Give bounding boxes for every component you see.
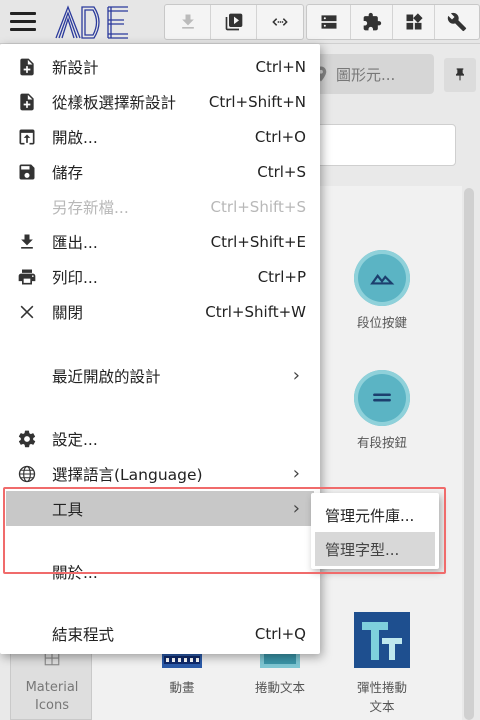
menu-item-tools[interactable]: 工具 › xyxy=(6,491,314,526)
server-button[interactable] xyxy=(307,5,351,39)
menu-item-shortcut: Ctrl+N xyxy=(255,57,306,76)
menu-item-save[interactable]: 儲存 Ctrl+S xyxy=(0,154,320,189)
plugins-button[interactable] xyxy=(351,5,393,39)
submenu-item-manage-fonts[interactable]: 管理字型... xyxy=(315,532,435,566)
gear-icon xyxy=(18,430,36,447)
widget-label: 捲動文本 xyxy=(254,680,305,695)
template-icon xyxy=(20,93,34,110)
menu-item-exit[interactable]: 結束程式 Ctrl+Q xyxy=(0,616,320,651)
menu-item-label: 結束程式 xyxy=(52,625,115,644)
wrench-icon xyxy=(447,12,467,32)
list-icon xyxy=(354,370,410,426)
menu-item-export[interactable]: 匯出... Ctrl+Shift+E xyxy=(0,224,320,259)
toolbar-group-tools xyxy=(306,4,480,40)
menu-item-shortcut: Ctrl+Q xyxy=(254,624,306,643)
menu-item-shortcut: Ctrl+S xyxy=(257,162,306,181)
file-menu: 新設計 Ctrl+N 從樣板選擇新設計 Ctrl+Shift+N 開啟... C… xyxy=(0,44,320,654)
elastic-text-icon xyxy=(354,612,410,668)
download-button[interactable] xyxy=(165,5,211,39)
menu-item-settings[interactable]: 設定... xyxy=(0,421,320,456)
menu-item-shortcut: Ctrl+Shift+W xyxy=(205,302,306,321)
menu-item-label: 新設計 xyxy=(52,58,99,77)
globe-icon xyxy=(18,465,36,482)
server-icon xyxy=(321,15,336,29)
menu-item-new-from-template[interactable]: 從樣板選擇新設計 Ctrl+Shift+N xyxy=(0,84,320,119)
menu-item-label: 儲存 xyxy=(52,163,84,182)
play-icon xyxy=(225,13,242,31)
widget-label: 段位按鍵 xyxy=(356,315,407,330)
widget-label: 彈性捲動 文本 xyxy=(356,680,407,714)
search-input[interactable] xyxy=(300,124,456,166)
menu-item-label: 開啟... xyxy=(52,128,98,147)
submenu-item-manage-library[interactable]: 管理元件庫... xyxy=(315,498,435,532)
toolbar-group-actions xyxy=(164,4,304,40)
menu-item-label: 設定... xyxy=(52,430,98,449)
tools-submenu: 管理元件庫... 管理字型... xyxy=(311,493,439,569)
menu-item-label: 另存新檔... xyxy=(52,198,129,217)
menu-item-print[interactable]: 列印... Ctrl+P xyxy=(0,259,320,294)
menu-item-shortcut: Ctrl+Shift+S xyxy=(210,197,306,216)
preview-button[interactable] xyxy=(211,5,257,39)
widgets-icon xyxy=(406,13,423,30)
menu-item-shortcut: Ctrl+Shift+N xyxy=(208,92,306,111)
menu-item-new[interactable]: 新設計 Ctrl+N xyxy=(0,49,320,84)
submenu-item-label: 管理元件庫... xyxy=(325,506,415,525)
pin-icon xyxy=(456,68,464,81)
scrollbar[interactable] xyxy=(464,188,474,720)
settings-tool-button[interactable] xyxy=(435,5,479,39)
component-search-tab[interactable]: 圖形元... xyxy=(304,54,434,94)
menu-item-label: 列印... xyxy=(52,268,98,287)
widget-label: 有段按鈕 xyxy=(356,435,407,450)
close-icon xyxy=(20,305,34,318)
menu-item-label: 最近開啟的設計 xyxy=(52,367,161,386)
menu-item-save-as: 另存新檔... Ctrl+Shift+S xyxy=(0,189,320,224)
save-icon xyxy=(19,164,35,179)
menu-item-label: 選擇語言(Language) xyxy=(52,465,203,484)
code-icon xyxy=(272,18,288,26)
menu-item-label: 工具 xyxy=(52,500,84,519)
widgets-button[interactable] xyxy=(393,5,435,39)
menu-item-close[interactable]: 關閉 Ctrl+Shift+W xyxy=(0,294,320,329)
widget-elastic-scroll-text[interactable]: 彈性捲動 文本 xyxy=(340,612,424,715)
menu-item-language[interactable]: 選擇語言(Language) › xyxy=(0,456,320,491)
landscape-icon xyxy=(354,250,410,306)
widget-segmented-button[interactable]: 有段按鈕 xyxy=(342,370,422,451)
hamburger-menu-icon[interactable] xyxy=(8,10,38,34)
menu-item-about[interactable]: 關於... xyxy=(0,554,320,589)
code-button[interactable] xyxy=(257,5,303,39)
menu-item-label: 匯出... xyxy=(52,233,98,252)
export-icon xyxy=(21,234,33,249)
search-pill-label: 圖形元... xyxy=(336,65,396,84)
widget-label: 動畫 xyxy=(169,680,195,695)
open-icon xyxy=(19,129,35,144)
top-toolbar xyxy=(0,0,480,44)
chevron-right-icon: › xyxy=(292,463,300,484)
new-file-icon xyxy=(20,58,34,75)
print-icon xyxy=(18,269,36,284)
menu-item-shortcut: Ctrl+P xyxy=(257,267,306,286)
menu-item-label: 關閉 xyxy=(52,303,84,322)
menu-item-shortcut: Ctrl+O xyxy=(254,127,306,146)
menu-item-label: 關於... xyxy=(52,563,98,582)
widget-segment-button[interactable]: 段位按鍵 xyxy=(342,250,422,331)
app-logo xyxy=(55,5,128,39)
chevron-right-icon: › xyxy=(292,498,300,519)
download-icon xyxy=(181,14,194,29)
menu-item-shortcut: Ctrl+Shift+E xyxy=(210,232,306,251)
menu-item-label: 從樣板選擇新設計 xyxy=(52,93,177,112)
material-label: Material xyxy=(25,680,79,695)
icons-label: Icons xyxy=(35,698,69,713)
menu-item-open[interactable]: 開啟... Ctrl+O xyxy=(0,119,320,154)
menu-item-recent[interactable]: 最近開啟的設計 › xyxy=(0,358,320,393)
pin-button[interactable] xyxy=(444,58,476,92)
chevron-right-icon: › xyxy=(292,365,300,386)
puzzle-icon xyxy=(363,12,381,31)
submenu-item-label: 管理字型... xyxy=(325,540,400,559)
